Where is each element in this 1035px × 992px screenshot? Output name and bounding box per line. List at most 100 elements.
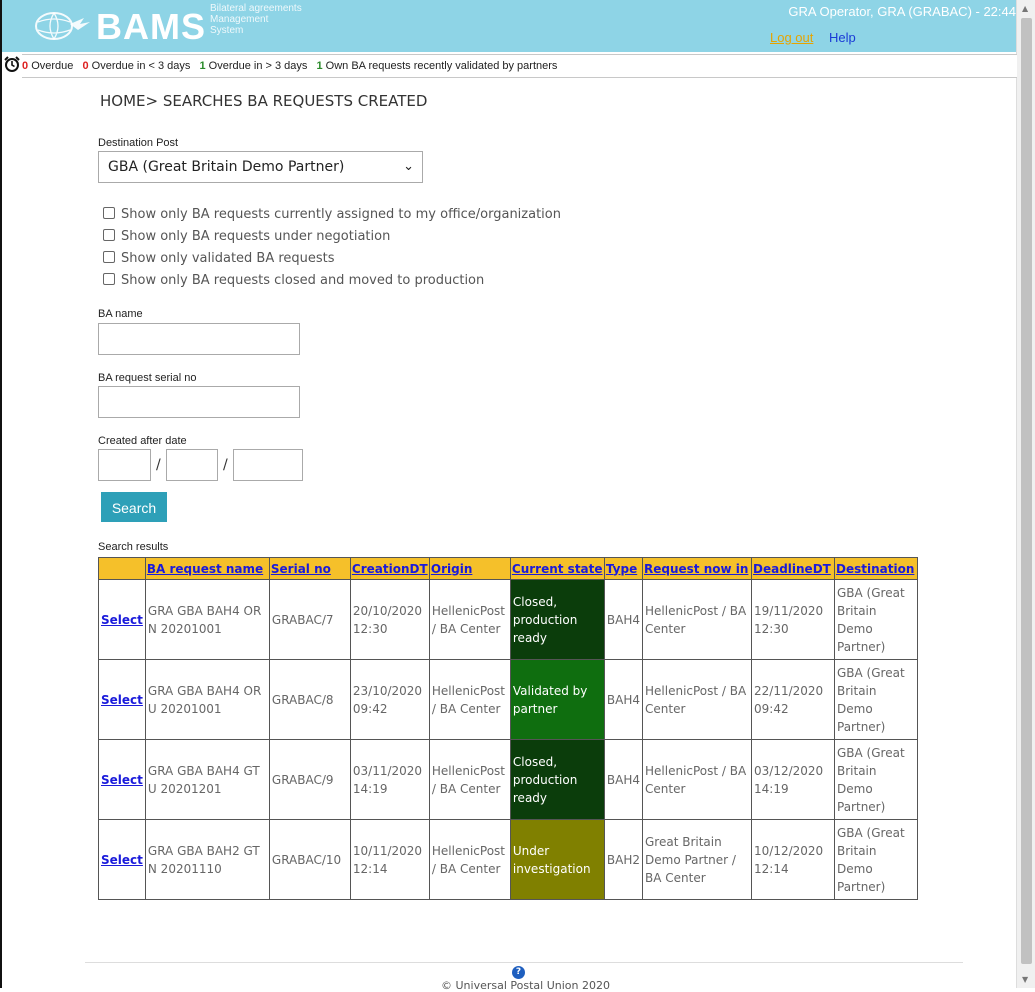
cell-serial-no: GRABAC/9 (268, 739, 351, 820)
alert-label-validated: Own BA requests recently validated by pa… (325, 60, 558, 72)
alert-label-overdue: Overdue (31, 60, 74, 72)
cell-deadline-dt: 10/12/2020 12:14 (751, 819, 835, 900)
ba-name-input[interactable] (98, 323, 300, 355)
cell-type: BAH4 (603, 579, 644, 660)
header-deadline-dt[interactable]: DeadlineDT (751, 557, 835, 580)
header-current-state[interactable]: Current state (509, 557, 605, 580)
header-request-now-in[interactable]: Request now in (642, 557, 752, 580)
date-day-input[interactable] (98, 449, 151, 481)
checkbox-icon[interactable] (103, 229, 115, 241)
date-year-input[interactable] (233, 449, 303, 481)
help-link[interactable]: Help (829, 30, 856, 45)
help-circle-icon[interactable]: ? (512, 966, 525, 979)
cell-serial-no: GRABAC/7 (268, 579, 351, 660)
cell-origin: HellenicPost / BA Center (428, 819, 511, 900)
table-row: Select GRA GBA BAH4 GT U 20201201 GRABAC/9… (98, 739, 918, 820)
table-header-row: BA request name Serial no CreationDT Ori… (98, 557, 918, 580)
alert-count-overdue-lt3: 0 (82, 60, 89, 72)
serial-no-input[interactable] (98, 386, 300, 418)
cell-ba-request-name: GRA GBA BAH4 GT U 20201201 (144, 739, 270, 820)
scroll-up-arrow-icon[interactable]: ▲ (1022, 4, 1028, 13)
alert-label-overdue-gt3: Overdue in > 3 days (208, 60, 308, 72)
table-row: Select GRA GBA BAH4 OR N 20201001 GRABAC/7… (98, 579, 918, 660)
cell-request-now-in: HellenicPost / BA Center (642, 659, 752, 740)
alarm-clock-icon (4, 56, 20, 72)
header-links: Log out Help (770, 30, 856, 45)
checkbox-label: Show only BA requests under negotiation (121, 229, 391, 244)
cell-creation-dt: 03/11/2020 14:19 (349, 739, 430, 820)
cell-type: BAH4 (603, 659, 644, 740)
header-serial-no[interactable]: Serial no (268, 557, 351, 580)
select-cell: Select (98, 819, 146, 900)
alert-label-overdue-lt3: Overdue in < 3 days (91, 60, 191, 72)
search-button[interactable]: Search (101, 492, 167, 522)
select-cell: Select (98, 659, 146, 740)
vertical-scrollbar[interactable]: ▲ ▼ (1016, 0, 1035, 988)
ba-name-label: BA name (98, 308, 143, 320)
created-after-label: Created after date (98, 435, 187, 447)
checkbox-label: Show only validated BA requests (121, 251, 335, 266)
breadcrumb: HOME> SEARCHES BA REQUESTS CREATED (100, 92, 428, 110)
cell-deadline-dt: 03/12/2020 14:19 (751, 739, 835, 820)
cell-current-state: Under investigation (509, 819, 605, 900)
cell-request-now-in: Great Britain Demo Partner / BA Center (642, 819, 752, 900)
select-link[interactable]: Select (101, 773, 143, 787)
header-origin[interactable]: Origin (428, 557, 511, 580)
checkbox-icon[interactable] (103, 207, 115, 219)
cell-destination: GBA (Great Britain Demo Partner) (834, 579, 918, 660)
cell-type: BAH2 (603, 819, 644, 900)
cell-serial-no: GRABAC/8 (268, 659, 351, 740)
checkbox-under-negotiation[interactable]: Show only BA requests under negotiation (103, 229, 390, 244)
cell-origin: HellenicPost / BA Center (428, 579, 511, 660)
cell-current-state: Closed, production ready (509, 579, 605, 660)
cell-destination: GBA (Great Britain Demo Partner) (834, 819, 918, 900)
globe-logo-icon (35, 12, 90, 40)
cell-creation-dt: 20/10/2020 12:30 (349, 579, 430, 660)
table-row: Select GRA GBA BAH2 GT N 20201110 GRABAC/1… (98, 819, 918, 900)
alerts-bar: 0 Overdue 0 Overdue in < 3 days 1 Overdu… (22, 54, 1017, 78)
checkbox-assigned-to-office[interactable]: Show only BA requests currently assigned… (103, 207, 561, 222)
scroll-down-arrow-icon[interactable]: ▼ (1022, 975, 1028, 984)
alert-count-validated: 1 (316, 60, 323, 72)
checkbox-closed-production[interactable]: Show only BA requests closed and moved t… (103, 273, 484, 288)
scroll-thumb[interactable] (1021, 18, 1032, 964)
cell-deadline-dt: 19/11/2020 12:30 (751, 579, 835, 660)
cell-ba-request-name: GRA GBA BAH4 OR N 20201001 (144, 579, 270, 660)
select-link[interactable]: Select (101, 693, 143, 707)
header-ba-request-name[interactable]: BA request name (144, 557, 270, 580)
window-frame (0, 0, 2, 988)
app-logo-text: BAMS (96, 6, 206, 47)
results-table: BA request name Serial no CreationDT Ori… (98, 557, 918, 900)
checkbox-icon[interactable] (103, 273, 115, 285)
cell-destination: GBA (Great Britain Demo Partner) (834, 659, 918, 740)
cell-serial-no: GRABAC/10 (268, 819, 351, 900)
footer-divider (85, 962, 963, 963)
select-link[interactable]: Select (101, 853, 143, 867)
date-separator: / (223, 457, 228, 473)
cell-destination: GBA (Great Britain Demo Partner) (834, 739, 918, 820)
cell-origin: HellenicPost / BA Center (428, 739, 511, 820)
destination-post-value: GBA (Great Britain Demo Partner) (108, 159, 345, 175)
header-creation-dt[interactable]: CreationDT (349, 557, 430, 580)
cell-origin: HellenicPost / BA Center (428, 659, 511, 740)
header-destination[interactable]: Destination (834, 557, 918, 580)
cell-ba-request-name: GRA GBA BAH2 GT N 20201110 (144, 819, 270, 900)
cell-current-state: Validated by partner (509, 659, 605, 740)
checkbox-validated[interactable]: Show only validated BA requests (103, 251, 335, 266)
select-link[interactable]: Select (101, 613, 143, 627)
destination-post-select[interactable]: GBA (Great Britain Demo Partner) ⌄ (98, 151, 423, 183)
logout-link[interactable]: Log out (770, 30, 813, 45)
checkbox-icon[interactable] (103, 251, 115, 263)
search-results-label: Search results (98, 541, 169, 553)
destination-post-label: Destination Post (98, 137, 179, 149)
cell-request-now-in: HellenicPost / BA Center (642, 579, 752, 660)
cell-ba-request-name: GRA GBA BAH4 OR U 20201001 (144, 659, 270, 740)
cell-request-now-in: HellenicPost / BA Center (642, 739, 752, 820)
app-logo-subtitle: Bilateral agreements Management System (210, 3, 302, 36)
header-type[interactable]: Type (603, 557, 644, 580)
select-cell: Select (98, 739, 146, 820)
select-cell: Select (98, 579, 146, 660)
chevron-down-icon: ⌄ (403, 159, 414, 174)
cell-current-state: Closed, production ready (509, 739, 605, 820)
date-month-input[interactable] (166, 449, 218, 481)
